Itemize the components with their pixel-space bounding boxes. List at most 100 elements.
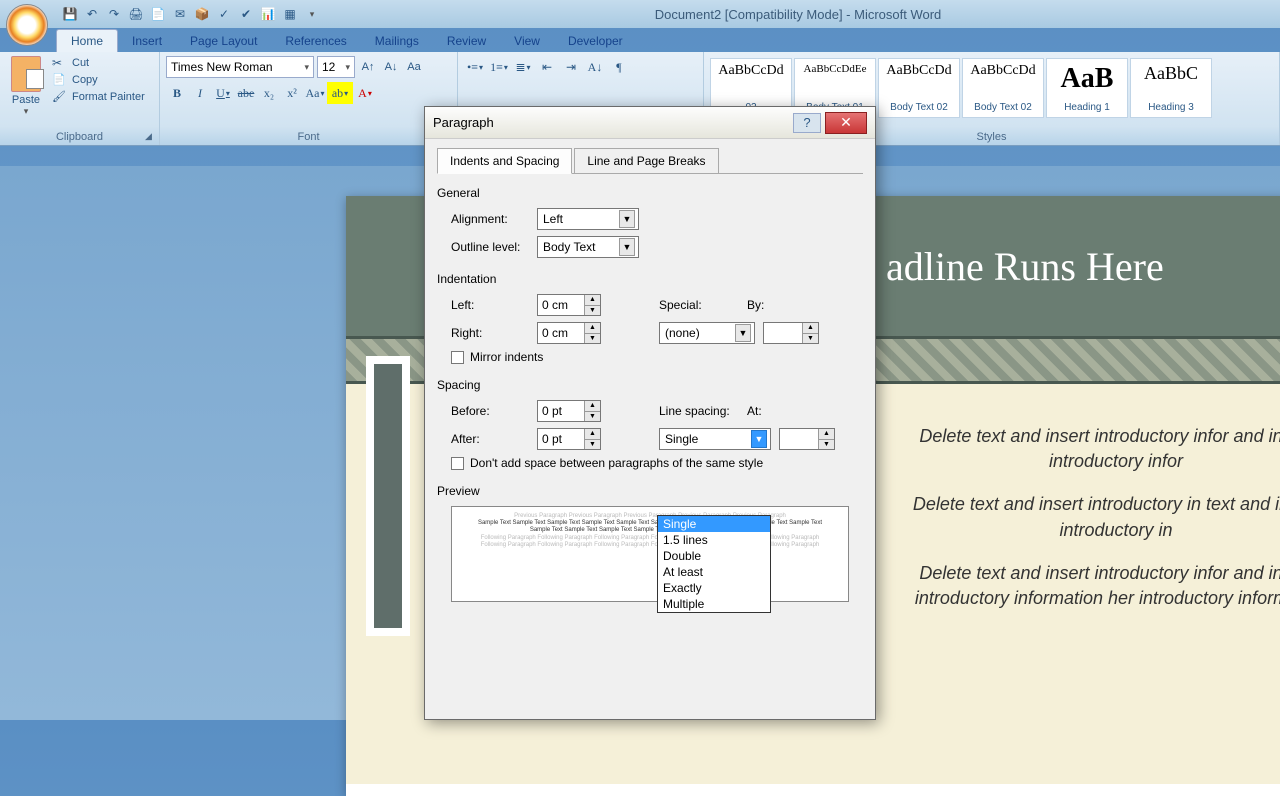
tab-references[interactable]: References (271, 30, 360, 52)
spin-down-icon[interactable]: ▼ (584, 334, 600, 344)
indent-icon[interactable]: ⇥ (560, 56, 582, 78)
spin-up-icon[interactable]: ▲ (584, 429, 600, 440)
box-icon[interactable]: 📦 (194, 6, 210, 22)
spin-down-icon[interactable]: ▼ (818, 440, 834, 450)
dialog-title: Paragraph (433, 115, 494, 130)
bold-button[interactable]: B (166, 82, 188, 104)
font-color-button[interactable]: A (354, 82, 376, 104)
tab-view[interactable]: View (500, 30, 554, 52)
dropdown-option[interactable]: Multiple (658, 596, 770, 612)
copy-icon (52, 73, 68, 87)
grow-font-icon[interactable]: A↑ (358, 56, 378, 78)
outdent-icon[interactable]: ⇤ (536, 56, 558, 78)
tab-insert[interactable]: Insert (118, 30, 176, 52)
shrink-font-icon[interactable]: A↓ (381, 56, 401, 78)
spin-up-icon[interactable]: ▲ (584, 401, 600, 412)
special-label: Special: (659, 298, 747, 312)
title-bar: 💾 ↶ ↷ 🖨 📄 ✉ 📦 ✓ ✔ 📊 ▦ ▾ Document2 [Compa… (0, 0, 1280, 28)
font-name-select[interactable]: Times New Roman▾ (166, 56, 314, 78)
print-icon[interactable]: 🖨 (128, 6, 144, 22)
redo-icon[interactable]: ↷ (106, 6, 122, 22)
spin-up-icon[interactable]: ▲ (818, 429, 834, 440)
style-item[interactable]: AaBbCcDdBody Text 02 (878, 58, 960, 118)
body-paragraph: Delete text and insert introductory info… (906, 424, 1280, 474)
spin-down-icon[interactable]: ▼ (584, 440, 600, 450)
copy-button[interactable]: Copy (52, 73, 145, 87)
save-icon[interactable]: 💾 (62, 6, 78, 22)
dont-add-space-checkbox[interactable]: Don't add space between paragraphs of th… (437, 456, 863, 470)
cut-button[interactable]: Cut (52, 56, 145, 70)
alignment-select[interactable]: Left▼ (537, 208, 639, 230)
mirror-indents-checkbox[interactable]: Mirror indents (437, 350, 863, 364)
group-clipboard: Paste ▾ Cut Copy Format Painter Clipboar… (0, 52, 160, 145)
preview-icon[interactable]: 📄 (150, 6, 166, 22)
show-marks-icon[interactable]: ¶ (608, 56, 630, 78)
office-button[interactable] (6, 4, 48, 46)
spin-up-icon[interactable]: ▲ (584, 323, 600, 334)
tab-developer[interactable]: Developer (554, 30, 637, 52)
italic-button[interactable]: I (189, 82, 211, 104)
dialog-help-button[interactable]: ? (793, 113, 821, 133)
paste-icon (11, 56, 41, 92)
style-item[interactable]: AaBbCcDdBody Text 02 (962, 58, 1044, 118)
tab-line-page-breaks[interactable]: Line and Page Breaks (574, 148, 718, 174)
apps-icon[interactable]: ▦ (282, 6, 298, 22)
email-icon[interactable]: ✉ (172, 6, 188, 22)
tab-home[interactable]: Home (56, 29, 118, 52)
alignment-label: Alignment: (451, 212, 537, 226)
dropdown-option[interactable]: Exactly (658, 580, 770, 596)
tab-mailings[interactable]: Mailings (361, 30, 433, 52)
sort-icon[interactable]: A↓ (584, 56, 606, 78)
multilevel-icon[interactable]: ≣ (512, 56, 534, 78)
tab-page-layout[interactable]: Page Layout (176, 30, 271, 52)
dropdown-option[interactable]: Single (658, 516, 770, 532)
after-spinner[interactable]: 0 pt▲▼ (537, 428, 601, 450)
dialog-close-button[interactable]: ✕ (825, 112, 867, 134)
numbering-icon[interactable]: 1≡ (488, 56, 510, 78)
underline-button[interactable]: U (212, 82, 234, 104)
check-icon[interactable]: ✔ (238, 6, 254, 22)
highlight-button[interactable]: ab (327, 82, 353, 104)
change-case-button[interactable]: Aa (304, 82, 326, 104)
font-group-label: Font (160, 131, 457, 143)
qat-more-icon[interactable]: ▾ (304, 6, 320, 22)
subscript-button[interactable]: x₂ (258, 82, 280, 104)
superscript-button[interactable]: x² (281, 82, 303, 104)
paste-button[interactable]: Paste ▾ (6, 56, 46, 117)
clipboard-expand-icon[interactable]: ◢ (145, 131, 155, 141)
bullets-icon[interactable]: •≡ (464, 56, 486, 78)
at-spinner[interactable]: ▲▼ (779, 428, 835, 450)
strike-button[interactable]: abe (235, 82, 257, 104)
chart-icon[interactable]: 📊 (260, 6, 276, 22)
indent-left-spinner[interactable]: 0 cm▲▼ (537, 294, 601, 316)
dropdown-option[interactable]: 1.5 lines (658, 532, 770, 548)
before-spinner[interactable]: 0 pt▲▼ (537, 400, 601, 422)
line-spacing-select[interactable]: Single▼ (659, 428, 771, 450)
spin-up-icon[interactable]: ▲ (802, 323, 818, 334)
paste-label: Paste (12, 94, 40, 106)
outline-select[interactable]: Body Text▼ (537, 236, 639, 258)
spin-down-icon[interactable]: ▼ (802, 334, 818, 344)
indent-left-label: Left: (451, 298, 537, 312)
indent-right-spinner[interactable]: 0 cm▲▼ (537, 322, 601, 344)
checkbox-icon (451, 457, 464, 470)
font-size-select[interactable]: 12▾ (317, 56, 355, 78)
dialog-title-bar[interactable]: Paragraph ? ✕ (425, 107, 875, 139)
tab-review[interactable]: Review (433, 30, 500, 52)
undo-icon[interactable]: ↶ (84, 6, 100, 22)
special-select[interactable]: (none)▼ (659, 322, 755, 344)
spin-up-icon[interactable]: ▲ (584, 295, 600, 306)
spin-down-icon[interactable]: ▼ (584, 306, 600, 316)
dropdown-option[interactable]: At least (658, 564, 770, 580)
style-item[interactable]: AaBbCHeading 3 (1130, 58, 1212, 118)
spin-down-icon[interactable]: ▼ (584, 412, 600, 422)
window-title: Document2 [Compatibility Mode] - Microso… (320, 7, 1276, 22)
style-item[interactable]: AaBHeading 1 (1046, 58, 1128, 118)
clear-format-icon[interactable]: Aa (404, 56, 424, 78)
tab-indents-spacing[interactable]: Indents and Spacing (437, 148, 572, 174)
clipboard-group-label: Clipboard (0, 131, 159, 143)
by-spinner[interactable]: ▲▼ (763, 322, 819, 344)
spell-icon[interactable]: ✓ (216, 6, 232, 22)
format-painter-button[interactable]: Format Painter (52, 90, 145, 104)
dropdown-option[interactable]: Double (658, 548, 770, 564)
